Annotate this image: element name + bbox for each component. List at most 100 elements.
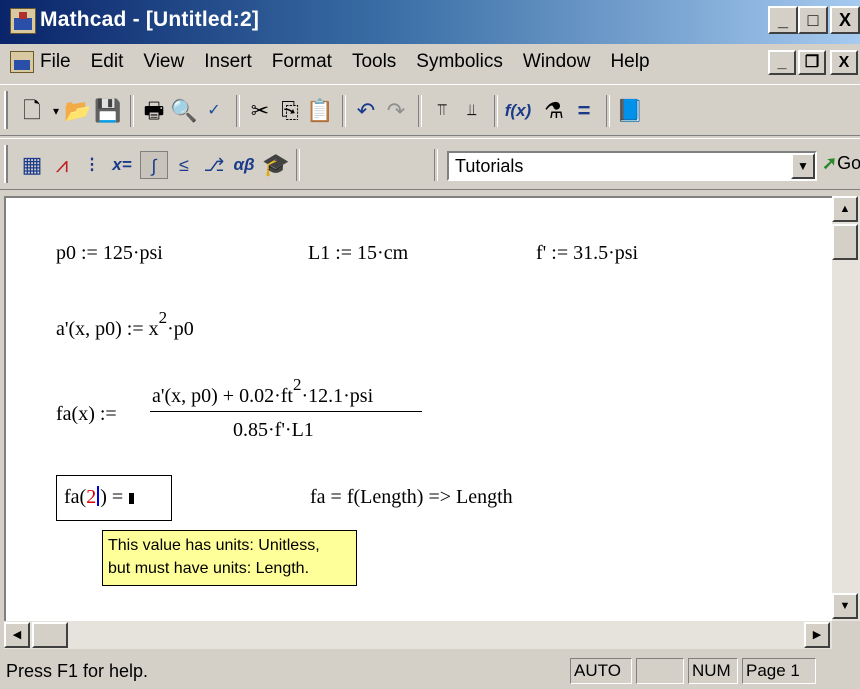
- save-icon[interactable]: 💾: [94, 97, 122, 125]
- evaluation-icon[interactable]: x=: [108, 151, 136, 179]
- toolbar-grip[interactable]: [4, 91, 8, 129]
- menu-symbolics[interactable]: Symbolics: [416, 51, 503, 73]
- symbolic-icon[interactable]: 🎓: [262, 151, 290, 179]
- fa-def-numerator: a'(x, p0) + 0.02·ft2·12.1·psi: [152, 375, 374, 408]
- toolbar-separator: [418, 95, 422, 127]
- doc-restore-button[interactable]: ❐: [798, 50, 826, 75]
- calculate-icon[interactable]: =: [570, 97, 598, 125]
- minimize-button[interactable]: _: [768, 6, 798, 34]
- f-definition[interactable]: f' := 31.5·psi: [536, 242, 638, 265]
- toolbar-separator: [494, 95, 498, 127]
- eval-equals: =: [111, 486, 124, 508]
- menu-file[interactable]: File: [40, 51, 71, 73]
- align-down-icon[interactable]: ⫫: [458, 97, 486, 125]
- fa-num-part-a: a'(x, p0) + 0.02·ft: [152, 385, 293, 407]
- toolbar-separator: [296, 149, 300, 181]
- p0-definition[interactable]: p0 := 125·psi: [56, 242, 163, 265]
- programming-icon[interactable]: ⎇: [200, 151, 228, 179]
- resource-select-value: Tutorials: [455, 156, 524, 176]
- fa-evaluation[interactable]: fa(2) =: [64, 486, 135, 509]
- eval-function-name: fa(: [64, 486, 87, 508]
- maximize-button[interactable]: □: [798, 6, 828, 34]
- document-icon[interactable]: [10, 51, 34, 73]
- status-blank-panel: [636, 658, 684, 684]
- greek-icon[interactable]: αβ: [230, 151, 258, 179]
- menu-items: File Edit View Insert Format Tools Symbo…: [40, 51, 670, 73]
- insert-function-icon[interactable]: f(x): [504, 97, 532, 125]
- align-top-icon[interactable]: ⫪: [428, 97, 456, 125]
- calculus-icon[interactable]: ∫: [140, 151, 168, 179]
- boolean-icon[interactable]: ≤: [170, 151, 198, 179]
- eval-close-paren: ): [100, 486, 107, 508]
- cut-icon[interactable]: ✂: [246, 97, 274, 125]
- mathcad-app-icon[interactable]: [10, 8, 36, 34]
- vertical-scrollbar[interactable]: ▲ ▼: [832, 196, 860, 621]
- toolbar-separator: [342, 95, 346, 127]
- horizontal-scrollbar[interactable]: ◀ ▶: [4, 621, 832, 649]
- scroll-up-icon[interactable]: ▲: [832, 196, 858, 222]
- caption-buttons: _ □ X: [768, 6, 860, 36]
- close-button[interactable]: X: [830, 6, 860, 34]
- toolbar-separator: [236, 95, 240, 127]
- fa-num-part-b: ·12.1·psi: [301, 385, 374, 407]
- scroll-down-icon[interactable]: ▼: [832, 593, 858, 619]
- eval-argument: 2: [86, 486, 97, 508]
- menu-window[interactable]: Window: [523, 51, 591, 73]
- a-def-lhs: a'(x, p0) := x: [56, 318, 159, 340]
- chevron-down-icon[interactable]: ▼: [791, 153, 815, 179]
- toolbar-separator: [434, 149, 438, 181]
- menu-tools[interactable]: Tools: [352, 51, 396, 73]
- redo-icon[interactable]: ↷: [382, 97, 410, 125]
- menu-insert[interactable]: Insert: [204, 51, 252, 73]
- units-comment[interactable]: fa = f(Length) => Length: [310, 486, 513, 509]
- print-preview-icon[interactable]: 🔍: [170, 97, 198, 125]
- mathcad-window: Mathcad - [Untitled:2] _ □ X File Edit V…: [0, 0, 860, 689]
- status-num-lock: NUM: [688, 658, 738, 684]
- print-icon[interactable]: 🖶: [140, 97, 168, 125]
- worksheet[interactable]: p0 := 125·psi L1 := 15·cm f' := 31.5·psi…: [4, 196, 832, 621]
- open-folder-icon[interactable]: 📂: [64, 97, 92, 125]
- tooltip-line-2: but must have units: Length.: [108, 560, 310, 577]
- standard-toolbar: 🗋 ▾ 📂 💾 🖶 🔍 ✓ ✂ ⎘ 📋 ↶ ↷ ⫪ ⫫ f(x) ⚗ = 📘: [0, 84, 860, 136]
- resource-center-icon[interactable]: 📘: [616, 97, 644, 125]
- status-calc-mode: AUTO: [570, 658, 632, 684]
- edit-cursor: [97, 486, 100, 506]
- a-def-rhs: ·p0: [167, 318, 194, 340]
- menu-help[interactable]: Help: [610, 51, 649, 73]
- resource-select[interactable]: Tutorials ▼: [447, 151, 817, 181]
- status-page: Page 1: [742, 658, 816, 684]
- scroll-left-icon[interactable]: ◀: [4, 622, 30, 648]
- insert-unit-icon[interactable]: ⚗: [540, 97, 568, 125]
- fa-num-exponent: 2: [292, 375, 302, 394]
- fa-def-denominator: 0.85·f'·L1: [233, 419, 314, 441]
- go-button[interactable]: ➚Go: [822, 153, 860, 174]
- a-function-definition[interactable]: a'(x, p0) := x2·p0: [56, 308, 194, 341]
- status-bar: Press F1 for help. AUTO NUM Page 1: [0, 652, 860, 689]
- doc-minimize-button[interactable]: _: [768, 50, 796, 75]
- fraction-bar: [150, 411, 422, 412]
- toolbar-grip[interactable]: [4, 145, 8, 183]
- scroll-right-icon[interactable]: ▶: [804, 622, 830, 648]
- paste-icon[interactable]: 📋: [306, 97, 334, 125]
- spell-check-icon[interactable]: ✓: [200, 97, 228, 125]
- title-bar[interactable]: Mathcad - [Untitled:2] _ □ X: [0, 0, 860, 44]
- result-placeholder[interactable]: [129, 493, 135, 504]
- calculator-icon[interactable]: ▦: [18, 151, 46, 179]
- copy-icon[interactable]: ⎘: [276, 97, 304, 125]
- menu-edit[interactable]: Edit: [91, 51, 124, 73]
- menu-bar: File Edit View Insert Format Tools Symbo…: [0, 44, 860, 80]
- menu-format[interactable]: Format: [272, 51, 332, 73]
- go-arrow-icon: ➚: [822, 153, 838, 173]
- math-toolbar: ▦ ⩘ ⁝ x= ∫ ≤ ⎇ αβ 🎓 Tutorials ▼ ➚Go: [0, 138, 860, 190]
- document-caption-buttons: _ ❐ X: [768, 50, 860, 76]
- graph-icon[interactable]: ⩘: [48, 151, 76, 179]
- l1-definition[interactable]: L1 := 15·cm: [308, 242, 408, 265]
- menu-view[interactable]: View: [143, 51, 184, 73]
- doc-close-button[interactable]: X: [830, 50, 858, 75]
- error-tooltip: This value has units: Unitless, but must…: [102, 530, 357, 586]
- matrix-icon[interactable]: ⁝: [78, 151, 106, 179]
- horizontal-scroll-thumb[interactable]: [32, 622, 68, 648]
- undo-icon[interactable]: ↶: [352, 97, 380, 125]
- vertical-scroll-thumb[interactable]: [832, 224, 858, 260]
- go-label: Go: [837, 153, 860, 173]
